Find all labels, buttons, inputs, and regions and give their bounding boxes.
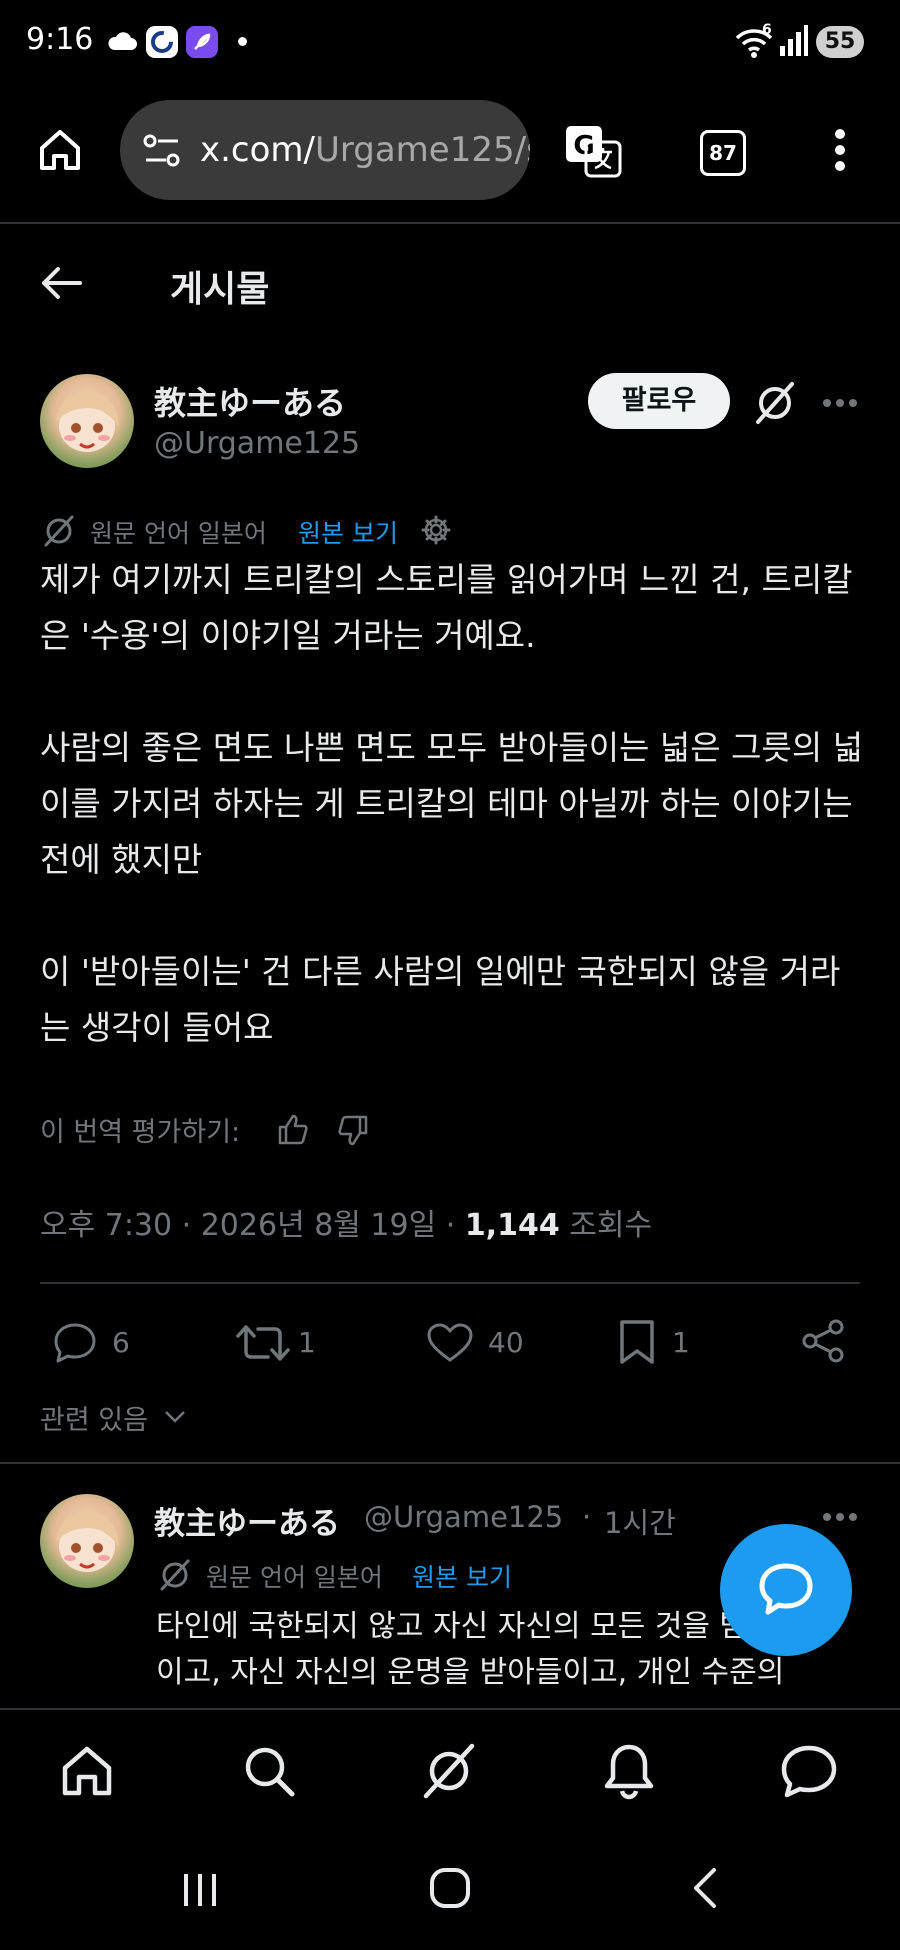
like-count: 40	[488, 1326, 524, 1359]
repost-icon[interactable]	[236, 1322, 290, 1364]
bookmark-count: 1	[672, 1326, 690, 1359]
translation-label: 원문 언어 일본어	[90, 519, 267, 548]
bookmark-icon[interactable]	[618, 1318, 656, 1366]
system-home-icon[interactable]	[428, 1866, 472, 1910]
nav-search-icon[interactable]	[242, 1744, 296, 1798]
wifi-badge: 6	[762, 22, 772, 38]
url-text: x.com/Urgame125/s	[200, 130, 530, 170]
back-arrow-icon[interactable]	[40, 266, 82, 300]
meta-divider	[40, 1282, 860, 1284]
reply-view-original-link[interactable]: 원본 보기	[412, 1558, 512, 1594]
page-title: 게시물	[170, 269, 270, 310]
home-icon[interactable]	[36, 126, 84, 174]
rate-translation-label: 이 번역 평가하기:	[40, 1117, 241, 1148]
compose-message-button[interactable]	[720, 1524, 852, 1656]
post-meta: 오후 7:30 · 2026년 8월 19일 · 1,144 조회수	[40, 1208, 653, 1243]
reply-age: 1시간	[604, 1506, 676, 1540]
author-display-name[interactable]: 教主ゆーある	[154, 378, 346, 424]
site-settings-icon[interactable]	[142, 132, 182, 170]
repost-count: 1	[298, 1326, 316, 1359]
signal-icon	[778, 24, 808, 56]
reply-handle[interactable]: @Urgame125	[364, 1500, 563, 1534]
related-label: 관련 있음	[40, 1405, 148, 1436]
view-original-link[interactable]: 원본 보기	[298, 514, 398, 550]
post-time: 오후 7:30	[40, 1208, 173, 1243]
view-count: 1,144	[464, 1208, 560, 1243]
related-sort[interactable]: 관련 있음	[40, 1398, 148, 1437]
nav-messages-icon[interactable]	[780, 1744, 838, 1798]
thumbs-down-icon[interactable]	[336, 1114, 370, 1148]
thumbs-up-icon[interactable]	[276, 1112, 310, 1146]
reply-count: 6	[112, 1326, 130, 1359]
post-paragraph: 사람의 좋은 면도 나쁜 면도 모두 받아들이는 넓은 그릇의 넓이를 가지려 …	[40, 728, 864, 879]
reply-translation-icon	[158, 1558, 192, 1592]
reply-translation-label: 원문 언어 일본어	[206, 1563, 383, 1592]
url-bar[interactable]: x.com/Urgame125/s	[120, 100, 530, 200]
post-date: 2026년 8월 19일	[200, 1208, 437, 1243]
url-path: Urgame125/s	[315, 130, 530, 170]
notification-dot-icon	[238, 37, 247, 46]
app-c-icon	[146, 26, 178, 58]
app-feather-icon	[186, 26, 218, 58]
follow-button[interactable]: 팔로우	[588, 373, 730, 429]
system-back-icon[interactable]	[690, 1866, 720, 1910]
post-more-icon[interactable]	[822, 398, 858, 408]
status-bar: 9:16 6 55	[0, 0, 900, 84]
grok-icon[interactable]	[752, 380, 798, 426]
svg-text:G: G	[573, 131, 594, 161]
section-divider	[0, 1462, 900, 1464]
reply-icon[interactable]	[52, 1322, 98, 1364]
avatar[interactable]	[40, 374, 134, 468]
reply-more-icon[interactable]	[822, 1512, 858, 1522]
author-handle[interactable]: @Urgame125	[154, 426, 360, 461]
cloud-icon	[106, 30, 138, 52]
reply-text-line: 이고, 자신 자신의 운명을 받아들이고, 개인 수준의	[156, 1655, 785, 1690]
nav-grok-icon[interactable]	[420, 1742, 478, 1800]
tab-count-button[interactable]: 87	[700, 130, 746, 176]
bottom-nav	[0, 1708, 900, 1832]
translation-settings-gear-icon[interactable]	[420, 514, 452, 546]
reply-avatar[interactable]	[40, 1494, 134, 1588]
post-paragraph: 이 '받아들이는' 건 다른 사람의 일에만 국한되지 않을 거라는 생각이 들…	[40, 952, 841, 1047]
nav-notifications-bell-icon[interactable]	[602, 1742, 656, 1800]
chevron-down-icon[interactable]	[164, 1410, 186, 1424]
share-icon[interactable]	[800, 1318, 846, 1364]
status-time: 9:16	[26, 22, 94, 57]
more-menu-icon[interactable]	[834, 128, 846, 172]
translate-icon[interactable]: G	[564, 124, 624, 180]
translation-icon	[42, 514, 76, 548]
views-label: 조회수	[569, 1208, 653, 1243]
nav-home-icon[interactable]	[60, 1744, 114, 1798]
url-host: x.com/	[200, 130, 315, 170]
post-body: 제가 여기까지 트리칼의 스토리를 읽어가며 느낀 건, 트리칼은 '수용'의 …	[40, 552, 870, 1056]
recent-apps-icon[interactable]	[180, 1870, 220, 1910]
battery-indicator: 55	[816, 26, 864, 58]
system-nav	[0, 1830, 900, 1950]
reply-dot-separator: ·	[582, 1500, 592, 1534]
like-heart-icon[interactable]	[426, 1322, 474, 1364]
reply-display-name[interactable]: 教主ゆーある	[154, 1498, 340, 1543]
post-paragraph: 제가 여기까지 트리칼의 스토리를 읽어가며 느낀 건, 트리칼은 '수용'의 …	[40, 560, 853, 655]
browser-divider	[0, 222, 900, 224]
